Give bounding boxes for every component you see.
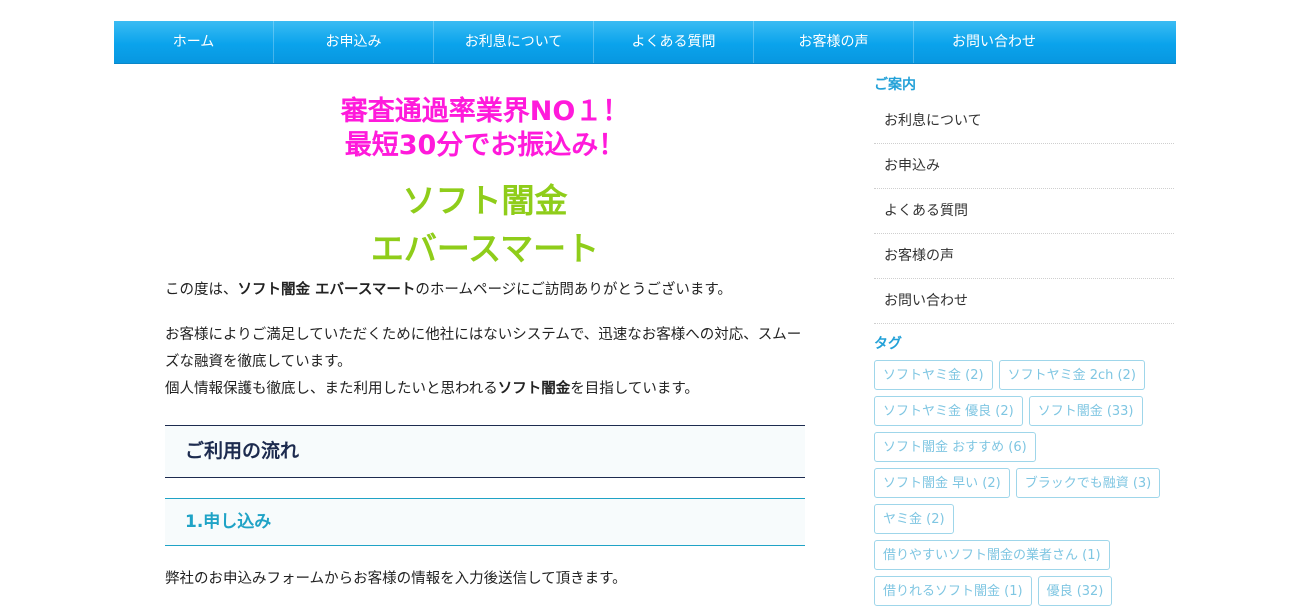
tag-link[interactable]: 優良 (32)	[1037, 576, 1113, 606]
tag-link[interactable]: 借りやすいソフト闇金の業者さん (1)	[874, 540, 1110, 570]
tag-link[interactable]: ソフトヤミ金 優良 (2)	[874, 396, 1023, 426]
tag-link[interactable]: ソフト闇金 早い (2)	[874, 468, 1010, 498]
step-1-text: 弊社のお申込みフォームからお客様の情報を入力後送信して頂きます。	[165, 571, 627, 587]
section-heading-flow: ご利用の流れ	[165, 425, 805, 478]
description-line-1: お客様によりご満足していただくために他社にはないシステムで、迅速なお客様への対応…	[165, 327, 802, 370]
tag-link[interactable]: ヤミ金 (2)	[874, 504, 954, 534]
global-nav: ホーム お申込み お利息について よくある質問 お客様の声 お問い合わせ	[114, 21, 1176, 64]
sidebar-guide-menu: お利息について お申込み よくある質問 お客様の声 お問い合わせ	[874, 99, 1174, 324]
step-heading-apply: 1.申し込み	[165, 498, 805, 546]
sidebar-item-interest[interactable]: お利息について	[874, 99, 1174, 144]
main-content: 審査通過率業界NO１！ 最短30分でお振込み！ ソフト闇金 エバースマート この…	[165, 63, 805, 593]
brand-title: ソフト闇金 エバースマート	[165, 177, 805, 273]
headline: 審査通過率業界NO１！ 最短30分でお振込み！	[165, 95, 805, 163]
brand-line-1: ソフト闇金	[402, 181, 568, 220]
description-paragraph: お客様によりご満足していただくために他社にはないシステムで、迅速なお客様への対応…	[165, 322, 805, 403]
brand-line-2: エバースマート	[370, 229, 600, 268]
sidebar-item-contact[interactable]: お問い合わせ	[874, 279, 1174, 324]
intro-text-bold: ソフト闇金 エバースマート	[237, 282, 416, 298]
tag-link[interactable]: 借りれるソフト闇金 (1)	[874, 576, 1032, 606]
tag-link[interactable]: ソフト闇金 (33)	[1028, 396, 1143, 426]
tag-link[interactable]: ソフトヤミ金 (2)	[874, 360, 993, 390]
description-line-2-after: を目指しています。	[570, 381, 699, 397]
nav-item-apply[interactable]: お申込み	[274, 21, 434, 63]
nav-item-voice[interactable]: お客様の声	[754, 21, 914, 63]
intro-text-before: この度は、	[165, 282, 238, 298]
tag-link[interactable]: ソフト闇金 おすすめ (6)	[874, 432, 1036, 462]
headline-line-2: 最短30分でお振込み！	[344, 130, 626, 161]
headline-line-1: 審査通過率業界NO１！	[340, 96, 630, 127]
description-line-2-before: 個人情報保護も徹底し、また利用したいと思われる	[165, 381, 498, 397]
sidebar-item-faq[interactable]: よくある質問	[874, 189, 1174, 234]
intro-text-after: のホームページにご訪問ありがとうございます。	[415, 282, 732, 298]
nav-item-home[interactable]: ホーム	[114, 21, 274, 63]
nav-item-contact[interactable]: お問い合わせ	[914, 21, 1074, 63]
tag-link[interactable]: ブラックでも融資 (3)	[1015, 468, 1161, 498]
sidebar: ご案内 お利息について お申込み よくある質問 お客様の声 お問い合わせ タグ …	[874, 63, 1174, 612]
sidebar-guide-title: ご案内	[874, 77, 916, 93]
intro-paragraph: この度は、ソフト闇金 エバースマートのホームページにご訪問ありがとうございます。	[165, 277, 805, 304]
sidebar-item-apply[interactable]: お申込み	[874, 144, 1174, 189]
sidebar-item-voice[interactable]: お客様の声	[874, 234, 1174, 279]
nav-item-interest[interactable]: お利息について	[434, 21, 594, 63]
tag-cloud: ソフトヤミ金 (2) ソフトヤミ金 2ch (2) ソフトヤミ金 優良 (2) …	[874, 360, 1174, 612]
tag-link[interactable]: ソフトヤミ金 2ch (2)	[998, 360, 1145, 390]
sidebar-tag-title: タグ	[874, 336, 902, 352]
nav-item-faq[interactable]: よくある質問	[594, 21, 754, 63]
description-line-2-bold: ソフト闇金	[497, 381, 571, 397]
